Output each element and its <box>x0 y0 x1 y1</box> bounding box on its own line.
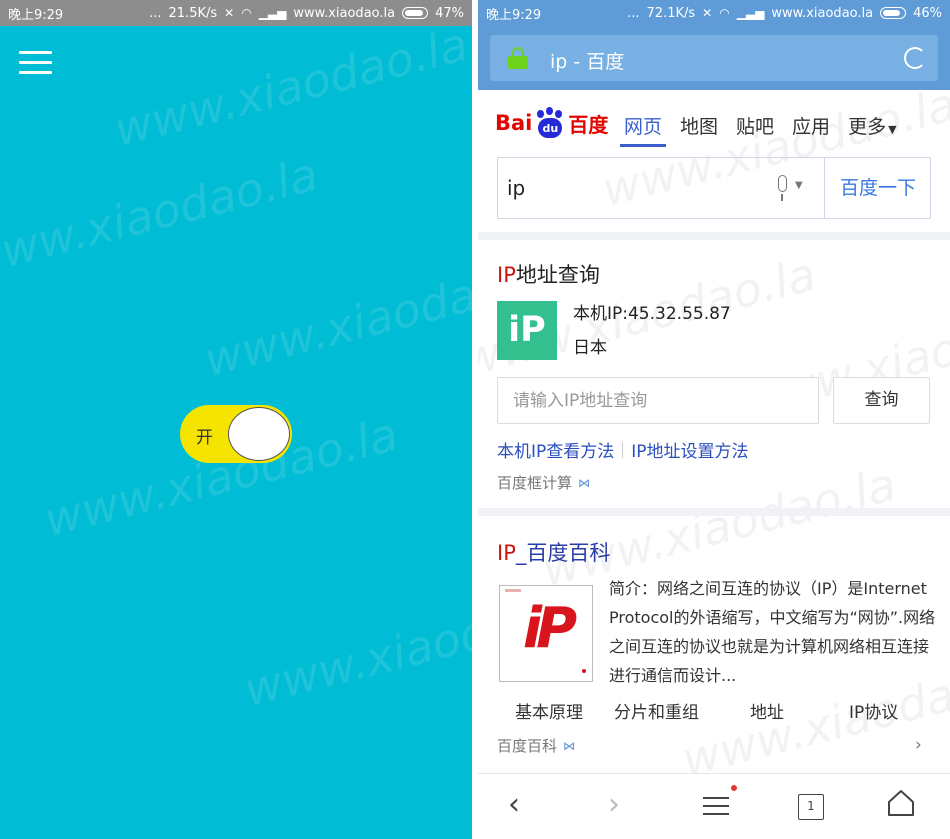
section-separator <box>478 508 950 516</box>
section-separator <box>478 232 950 240</box>
ip-query-button[interactable]: 查询 <box>833 377 930 424</box>
baike-tags: 基本原理 分片和重组 地址 IP协议 <box>515 698 898 723</box>
ip-location-text: 日本 <box>573 338 607 358</box>
status-bar: 晚上9:29 ... 72.1K/s ✕ ◠ ▁▃▅ www.xiaodao.l… <box>478 0 950 26</box>
left-screen: 晚上9:29 ... 21.5K/s ✕ ◠ ▁▃▅ www.xiaodao.l… <box>0 0 472 839</box>
mute-icon: ✕ <box>224 6 235 20</box>
tab-more[interactable]: 更多 ▼ <box>848 112 896 147</box>
tabs-button[interactable]: 1 <box>794 788 830 824</box>
forward-arrow-icon[interactable]: › <box>608 788 644 824</box>
status-time: 晚上9:29 <box>486 7 542 23</box>
signal-icon: ▁▃▅ <box>736 6 765 20</box>
link-local-ip-method[interactable]: 本机IP查看方法 <box>497 437 614 462</box>
wifi-icon: ◠ <box>719 6 730 20</box>
baidu-paw-icon: du <box>533 107 567 139</box>
page-title: ip - 百度 <box>550 51 625 73</box>
tab-tieba[interactable]: 贴吧 <box>736 112 774 147</box>
baike-tag[interactable]: 基本原理 <box>515 698 614 723</box>
lock-icon <box>508 47 528 69</box>
result-source: 百度框计算 ⋈ <box>497 472 590 493</box>
caret-down-icon[interactable]: ▼ <box>795 180 803 191</box>
local-ip-text: 本机IP:45.32.55.87 <box>573 304 731 324</box>
status-speed: 21.5K/s <box>168 5 218 21</box>
battery-percent: 46% <box>913 5 942 21</box>
watermark-text: www.xiaodao.la <box>198 247 472 387</box>
status-right: ... 21.5K/s ✕ ◠ ▁▃▅ www.xiaodao.la 47% <box>149 6 464 21</box>
title-highlight: IP <box>497 263 516 287</box>
toggle-label: 开 <box>196 428 213 448</box>
status-right: ... 72.1K/s ✕ ◠ ▁▃▅ www.xiaodao.la 46% <box>627 6 942 21</box>
result-description: 简介：网络之间互连的协议（IP）是Internet Protocol的外语缩写，… <box>609 579 936 685</box>
status-site: www.xiaodao.la <box>771 5 874 21</box>
browser-bottom-nav: ‹ › 1 <box>478 773 950 839</box>
tab-count: 1 <box>798 794 824 820</box>
address-field[interactable]: ip - 百度 <box>490 35 938 81</box>
baidu-paw-du: du <box>538 118 563 138</box>
status-site: www.xiaodao.la <box>293 5 396 21</box>
title-text: 地址查询 <box>515 263 600 287</box>
signal-icon: ▁▃▅ <box>258 6 287 20</box>
watermark-text: www.xiaodao.la <box>108 17 472 157</box>
chevron-right-icon[interactable]: › <box>915 735 922 755</box>
watermark-text: www.xiaodao.la <box>0 147 324 287</box>
result-title-baike[interactable]: IP_百度百科 <box>497 537 610 567</box>
title-highlight: IP <box>497 541 516 565</box>
notification-dot <box>731 785 737 791</box>
ip-logo-image: iP <box>522 596 577 661</box>
watermark-text: www.xiaodao.la <box>238 577 472 717</box>
microphone-icon[interactable] <box>775 175 789 203</box>
menu-icon[interactable] <box>698 785 737 824</box>
source-label: 百度百科 <box>497 737 558 755</box>
result-source: 百度百科 ⋈ <box>497 735 575 756</box>
baike-thumbnail[interactable]: iP <box>499 585 593 682</box>
ip-query-input[interactable] <box>497 377 819 424</box>
ip-links: 本机IP查看方法 IP地址设置方法 <box>497 437 749 462</box>
wifi-icon: ◠ <box>241 6 252 20</box>
hamburger-menu-icon[interactable] <box>19 51 52 75</box>
search-button[interactable]: 百度一下 <box>824 158 931 218</box>
status-dots: ... <box>627 5 640 21</box>
home-icon[interactable] <box>886 788 922 824</box>
tab-apps[interactable]: 应用 <box>792 112 830 147</box>
browser-address-bar: ip - 百度 <box>478 26 950 90</box>
toggle-knob <box>228 407 290 461</box>
status-dots: ... <box>149 5 162 21</box>
battery-icon <box>402 7 429 19</box>
status-time: 晚上9:29 <box>8 7 64 23</box>
reload-icon[interactable] <box>904 47 926 69</box>
tab-map[interactable]: 地图 <box>680 112 718 147</box>
mute-icon: ✕ <box>702 6 713 20</box>
toggle-switch[interactable]: 开 <box>180 405 292 463</box>
baike-tag[interactable]: 分片和重组 <box>614 698 750 723</box>
caret-down-icon: ▼ <box>888 123 897 136</box>
search-box: ▼ 百度一下 <box>497 157 931 219</box>
battery-percent: 47% <box>435 5 464 21</box>
tab-more-label: 更多 <box>848 116 887 138</box>
result-title-ip-lookup[interactable]: IP地址查询 <box>497 259 600 289</box>
source-label: 百度框计算 <box>497 474 573 492</box>
battery-icon <box>880 7 907 19</box>
baike-tag[interactable]: IP协议 <box>849 698 898 723</box>
status-bar: 晚上9:29 ... 21.5K/s ✕ ◠ ▁▃▅ www.xiaodao.l… <box>0 0 472 26</box>
bowtie-icon: ⋈ <box>578 475 591 490</box>
ip-logo-icon: iP <box>497 301 557 360</box>
baike-tag[interactable]: 地址 <box>750 698 849 723</box>
baidu-logo-text: 百度 <box>568 112 609 137</box>
link-ip-settings-method[interactable]: IP地址设置方法 <box>631 437 748 462</box>
link-divider <box>622 441 624 458</box>
tab-web[interactable]: 网页 <box>619 112 667 147</box>
baidu-nav-tabs: 网页 地图 贴吧 应用 更多 ▼ <box>619 112 897 147</box>
right-screen: 晚上9:29 ... 72.1K/s ✕ ◠ ▁▃▅ www.xiaodao.l… <box>478 0 950 839</box>
bowtie-icon: ⋈ <box>563 738 576 753</box>
title-text: _百度百科 <box>515 541 611 565</box>
baidu-logo[interactable]: Bai du 百度 <box>495 106 608 140</box>
baidu-logo-bai: Bai <box>495 111 533 135</box>
back-arrow-icon[interactable]: ‹ <box>508 788 544 824</box>
status-speed: 72.1K/s <box>646 5 696 21</box>
